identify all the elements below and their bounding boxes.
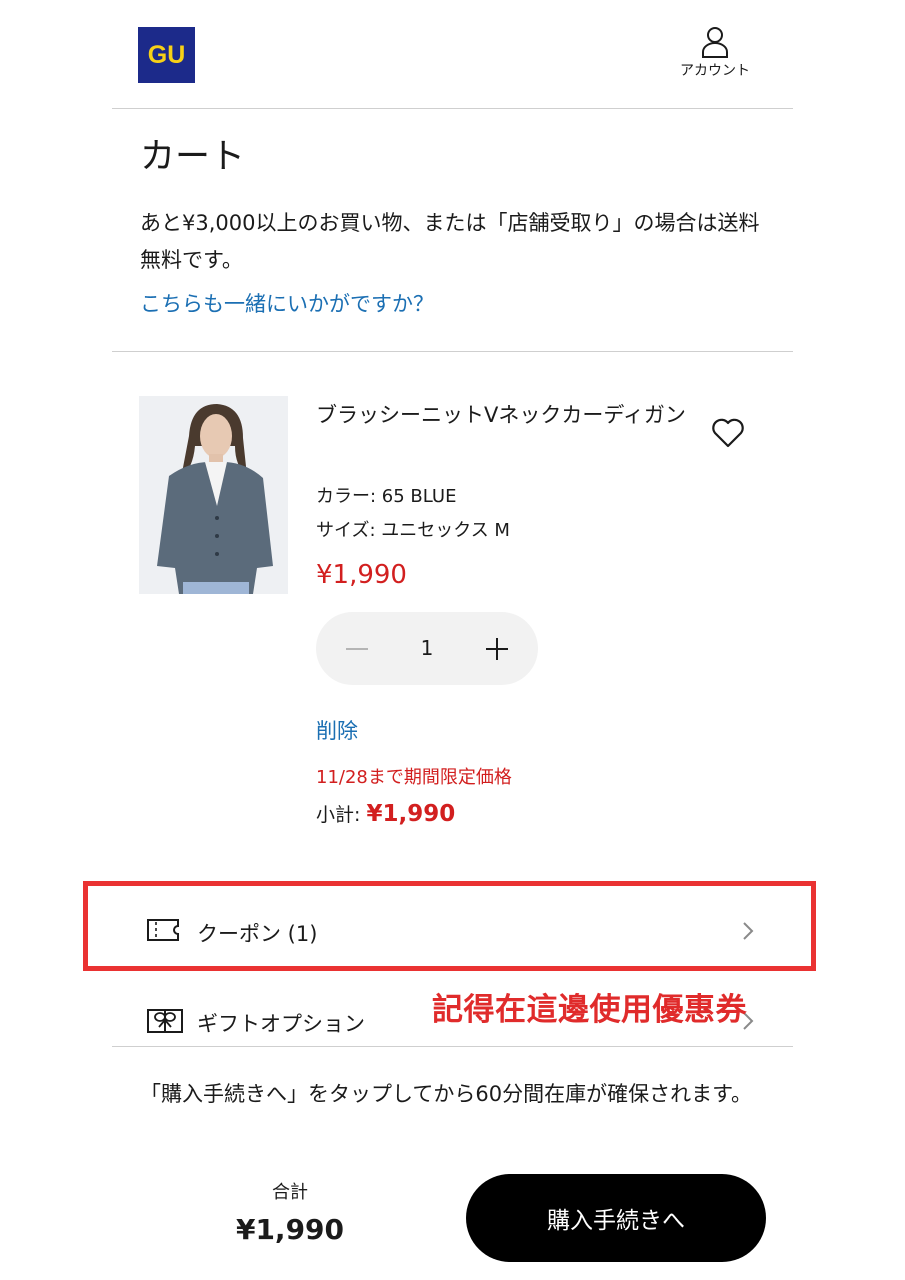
section-divider — [112, 351, 793, 352]
total-value: ¥1,990 — [235, 1213, 345, 1246]
gift-icon — [146, 1006, 184, 1040]
product-price: ¥1,990 — [316, 560, 407, 590]
limited-offer-text: 11/28まで期間限定価格 — [316, 767, 512, 788]
annotation-highlight-box — [83, 881, 816, 971]
page-title: カート — [140, 137, 246, 177]
checkout-button[interactable]: 購入手続きへ — [466, 1174, 766, 1262]
person-icon — [702, 27, 728, 58]
options-divider — [112, 1046, 793, 1047]
header-divider — [112, 108, 793, 109]
subtotal-value: ¥1,990 — [366, 801, 456, 827]
product-name[interactable]: ブラッシーニットVネックカーディガン — [316, 397, 686, 434]
product-image[interactable] — [139, 396, 288, 594]
delete-link[interactable]: 削除 — [316, 715, 358, 745]
favorite-button[interactable] — [711, 417, 745, 453]
logo-text: GU — [147, 40, 186, 69]
gu-logo[interactable]: GU — [138, 27, 195, 83]
account-button[interactable]: アカウント — [668, 26, 762, 80]
product-size: サイズ: ユニセックス M — [316, 520, 510, 541]
subtotal-label: 小計: — [316, 804, 367, 826]
stock-reserve-notice: 「購入手続きへ」をタップしてから60分間在庫が確保されます。 — [140, 1082, 752, 1106]
plus-icon — [486, 638, 508, 660]
heart-icon — [712, 418, 744, 448]
total-label: 合計 — [272, 1182, 308, 1203]
quantity-stepper: 1 — [316, 612, 538, 685]
annotation-text: 記得在這邊使用優惠券 — [432, 992, 747, 1028]
account-label: アカウント — [680, 63, 750, 79]
increase-quantity-button[interactable] — [484, 636, 510, 662]
subtotal: 小計: ¥1,990 — [316, 800, 455, 827]
gift-option-label: ギフトオプション — [197, 1012, 365, 1036]
product-color: カラー: 65 BLUE — [316, 486, 457, 507]
shipping-notice: あと¥3,000以上のお買い物、または「店舗受取り」の場合は送料無料です。 — [140, 211, 760, 272]
recommend-link[interactable]: こちらも一緒にいかがですか？ — [140, 288, 434, 318]
